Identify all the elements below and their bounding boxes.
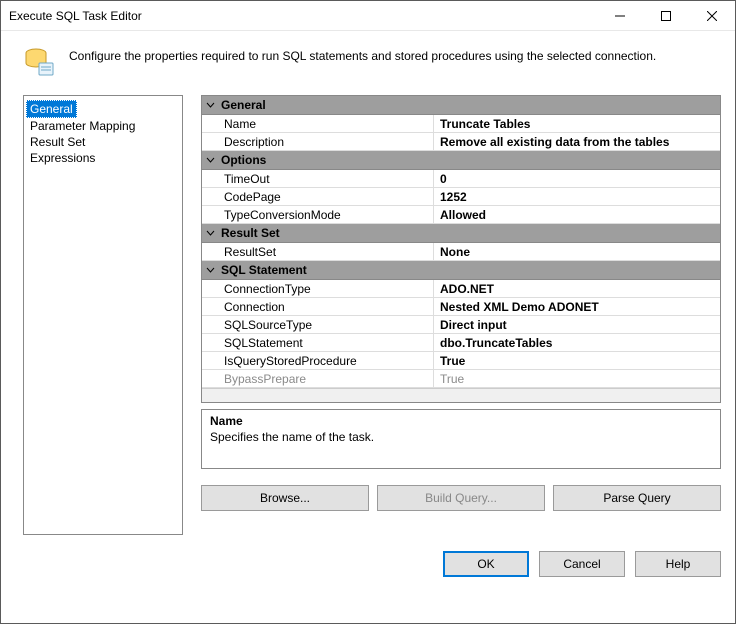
prop-value[interactable]: dbo.TruncateTables — [434, 334, 720, 351]
section-result-set[interactable]: Result Set — [202, 224, 720, 243]
prop-value[interactable]: Direct input — [434, 316, 720, 333]
section-title: Options — [221, 153, 266, 167]
prop-row-typeconversion[interactable]: TypeConversionMode Allowed — [202, 206, 720, 224]
prop-value[interactable]: 1252 — [434, 188, 720, 205]
prop-label: Description — [202, 133, 434, 150]
prop-label: CodePage — [202, 188, 434, 205]
section-title: SQL Statement — [221, 263, 307, 277]
action-row: Browse... Build Query... Parse Query — [201, 485, 721, 511]
window-controls — [597, 1, 735, 30]
section-options[interactable]: Options — [202, 151, 720, 170]
property-grid: General Name Truncate Tables Description… — [201, 95, 721, 403]
prop-value: True — [434, 370, 720, 387]
section-title: General — [221, 98, 266, 112]
maximize-button[interactable] — [643, 1, 689, 30]
prop-label: Connection — [202, 298, 434, 315]
prop-row-isquerystoredprocedure[interactable]: IsQueryStoredProcedure True — [202, 352, 720, 370]
description-text: Specifies the name of the task. — [210, 430, 712, 444]
task-icon — [23, 45, 55, 77]
description-title: Name — [210, 414, 712, 428]
help-button[interactable]: Help — [635, 551, 721, 577]
chevron-down-icon — [206, 266, 215, 275]
prop-label: SQLStatement — [202, 334, 434, 351]
browse-button[interactable]: Browse... — [201, 485, 369, 511]
description-box: Name Specifies the name of the task. — [201, 409, 721, 469]
header-description: Configure the properties required to run… — [69, 45, 656, 63]
chevron-down-icon — [206, 229, 215, 238]
chevron-down-icon — [206, 156, 215, 165]
nav-item-result-set[interactable]: Result Set — [26, 134, 89, 150]
prop-label: ConnectionType — [202, 280, 434, 297]
prop-row-connection[interactable]: Connection Nested XML Demo ADONET — [202, 298, 720, 316]
build-query-button: Build Query... — [377, 485, 545, 511]
prop-label: BypassPrepare — [202, 370, 434, 387]
prop-value[interactable]: True — [434, 352, 720, 369]
cancel-button[interactable]: Cancel — [539, 551, 625, 577]
prop-value[interactable]: Nested XML Demo ADONET — [434, 298, 720, 315]
header: Configure the properties required to run… — [1, 31, 735, 95]
prop-label: ResultSet — [202, 243, 434, 260]
prop-value[interactable]: Truncate Tables — [434, 115, 720, 132]
prop-label: IsQueryStoredProcedure — [202, 352, 434, 369]
section-title: Result Set — [221, 226, 280, 240]
prop-label: TimeOut — [202, 170, 434, 187]
prop-label: SQLSourceType — [202, 316, 434, 333]
nav-item-parameter-mapping[interactable]: Parameter Mapping — [26, 118, 139, 134]
prop-label: Name — [202, 115, 434, 132]
chevron-down-icon — [206, 101, 215, 110]
footer: OK Cancel Help — [1, 535, 735, 591]
prop-row-timeout[interactable]: TimeOut 0 — [202, 170, 720, 188]
prop-row-resultset[interactable]: ResultSet None — [202, 243, 720, 261]
prop-value[interactable]: 0 — [434, 170, 720, 187]
prop-row-name[interactable]: Name Truncate Tables — [202, 115, 720, 133]
nav-panel: General Parameter Mapping Result Set Exp… — [23, 95, 183, 535]
prop-value[interactable]: ADO.NET — [434, 280, 720, 297]
nav-item-general[interactable]: General — [26, 100, 77, 118]
prop-label: TypeConversionMode — [202, 206, 434, 223]
titlebar: Execute SQL Task Editor — [1, 1, 735, 31]
prop-row-connectiontype[interactable]: ConnectionType ADO.NET — [202, 280, 720, 298]
minimize-button[interactable] — [597, 1, 643, 30]
main-panel: General Name Truncate Tables Description… — [201, 95, 721, 535]
prop-value[interactable]: Remove all existing data from the tables — [434, 133, 720, 150]
section-general[interactable]: General — [202, 96, 720, 115]
window-title: Execute SQL Task Editor — [9, 9, 142, 23]
nav-item-expressions[interactable]: Expressions — [26, 150, 99, 166]
prop-value[interactable]: Allowed — [434, 206, 720, 223]
ok-button[interactable]: OK — [443, 551, 529, 577]
parse-query-button[interactable]: Parse Query — [553, 485, 721, 511]
prop-row-bypassprepare: BypassPrepare True — [202, 370, 720, 388]
prop-row-description[interactable]: Description Remove all existing data fro… — [202, 133, 720, 151]
prop-value[interactable]: None — [434, 243, 720, 260]
grid-blank — [202, 388, 720, 402]
close-button[interactable] — [689, 1, 735, 30]
prop-row-sqlstatement[interactable]: SQLStatement dbo.TruncateTables — [202, 334, 720, 352]
section-sql-statement[interactable]: SQL Statement — [202, 261, 720, 280]
prop-row-codepage[interactable]: CodePage 1252 — [202, 188, 720, 206]
prop-row-sqlsourcetype[interactable]: SQLSourceType Direct input — [202, 316, 720, 334]
